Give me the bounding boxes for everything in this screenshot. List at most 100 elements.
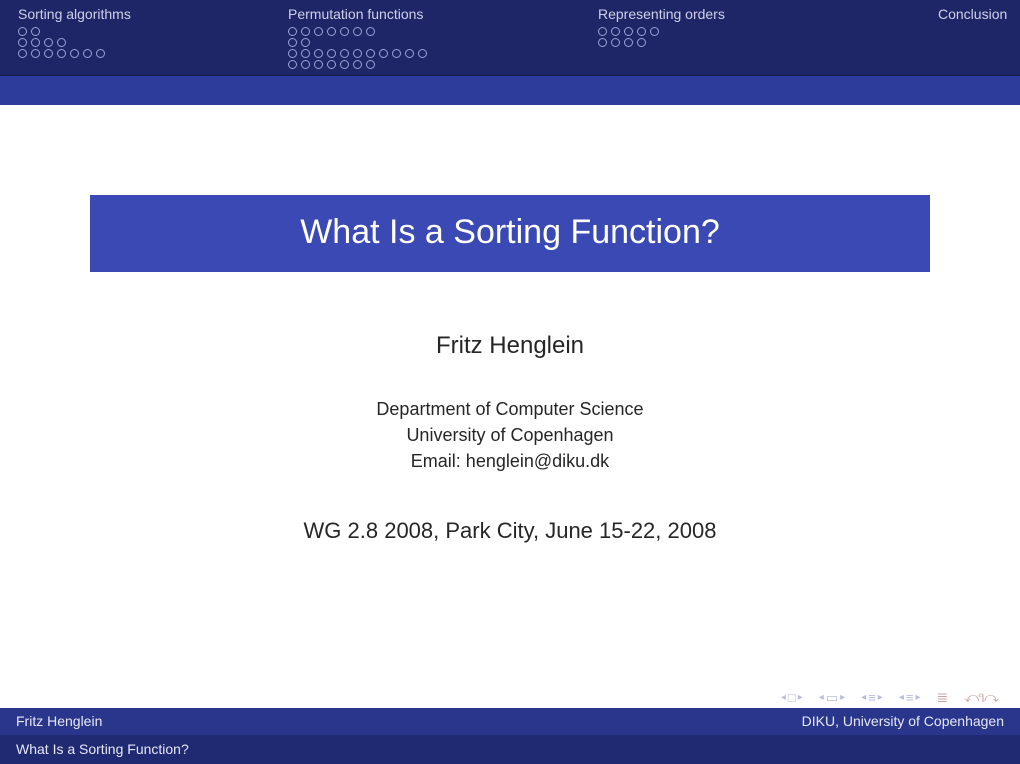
progress-dot-row — [288, 27, 582, 36]
progress-dot-row — [18, 27, 272, 36]
nav-section-controls[interactable]: ◂≡▸ — [899, 690, 921, 705]
triangle-left-icon: ◂ — [781, 692, 786, 703]
progress-dot-row — [598, 27, 922, 36]
progress-dot-icon[interactable] — [598, 27, 607, 36]
progress-dot-icon[interactable] — [637, 38, 646, 47]
dots-col-3 — [930, 27, 1020, 69]
progress-dot-icon[interactable] — [44, 38, 53, 47]
footer-institute: DIKU, University of Copenhagen — [802, 713, 1004, 729]
progress-dot-icon[interactable] — [44, 49, 53, 58]
progress-dot-icon[interactable] — [392, 49, 401, 58]
progress-dot-icon[interactable] — [340, 49, 349, 58]
progress-dot-icon[interactable] — [353, 27, 362, 36]
progress-dot-icon[interactable] — [353, 60, 362, 69]
progress-dot-icon[interactable] — [301, 60, 310, 69]
progress-dot-icon[interactable] — [327, 49, 336, 58]
nav-frame-controls[interactable]: ◂▭▸ — [819, 690, 845, 706]
venue-line: WG 2.8 2008, Park City, June 15-22, 2008 — [80, 518, 940, 544]
footer-title: What Is a Sorting Function? — [16, 741, 189, 757]
progress-dot-icon[interactable] — [83, 49, 92, 58]
nav-slide-controls[interactable]: ◂□▸ — [781, 690, 803, 705]
progress-dot-icon[interactable] — [314, 49, 323, 58]
dots-col-2 — [590, 27, 930, 69]
nav-section-conclusion[interactable]: Conclusion — [938, 6, 1007, 22]
progress-dot-icon[interactable] — [314, 27, 323, 36]
progress-dot-row — [288, 60, 582, 69]
frame-icon: ▭ — [826, 690, 838, 706]
nav-subsection-controls[interactable]: ◂≡▸ — [861, 690, 883, 705]
progress-dot-icon[interactable] — [650, 27, 659, 36]
progress-dot-row — [288, 38, 582, 47]
slide-title: What Is a Sorting Function? — [90, 195, 930, 272]
progress-dot-icon[interactable] — [57, 38, 66, 47]
progress-dot-icon[interactable] — [340, 27, 349, 36]
section-navigator: Sorting algorithms Permutation functions… — [0, 0, 1020, 75]
progress-dot-icon[interactable] — [418, 49, 427, 58]
triangle-left-icon: ◂ — [899, 692, 904, 703]
progress-dot-icon[interactable] — [31, 38, 40, 47]
affiliation-block: Department of Computer Science Universit… — [80, 396, 940, 474]
progress-dot-row — [18, 38, 272, 47]
progress-dot-icon[interactable] — [611, 27, 620, 36]
progress-dot-icon[interactable] — [18, 38, 27, 47]
progress-dot-row — [288, 49, 582, 58]
progress-dot-icon[interactable] — [598, 38, 607, 47]
dots-col-1 — [280, 27, 590, 69]
progress-dot-icon[interactable] — [340, 60, 349, 69]
progress-dot-icon[interactable] — [288, 49, 297, 58]
triangle-left-icon: ◂ — [861, 692, 866, 703]
affiliation-email: Email: henglein@diku.dk — [80, 448, 940, 474]
progress-dot-icon[interactable] — [366, 49, 375, 58]
header-accent-bar — [0, 75, 1020, 105]
progress-dot-icon[interactable] — [327, 60, 336, 69]
nav-section-sorting-algorithms[interactable]: Sorting algorithms — [18, 6, 131, 22]
footer-top-row: Fritz Henglein DIKU, University of Copen… — [0, 708, 1020, 735]
triangle-right-icon: ▸ — [840, 692, 845, 703]
nav-back-forward-icon[interactable]: ↶૧↷ — [964, 689, 998, 706]
progress-dot-icon[interactable] — [288, 60, 297, 69]
section-icon: ≡ — [906, 690, 914, 705]
progress-dot-icon[interactable] — [301, 38, 310, 47]
affiliation-univ: University of Copenhagen — [80, 422, 940, 448]
progress-dot-icon[interactable] — [57, 49, 66, 58]
section-labels-row: Sorting algorithms Permutation functions… — [0, 5, 1020, 25]
progress-dot-icon[interactable] — [327, 27, 336, 36]
progress-dot-icon[interactable] — [624, 27, 633, 36]
section-progress-dots — [0, 27, 1020, 69]
progress-dot-row — [598, 38, 922, 47]
nav-appendix-icon[interactable]: ≣ — [936, 689, 948, 706]
progress-dot-icon[interactable] — [96, 49, 105, 58]
footer-bottom-row: What Is a Sorting Function? — [0, 735, 1020, 764]
slide-icon: □ — [788, 690, 796, 705]
progress-dot-icon[interactable] — [314, 60, 323, 69]
progress-dot-icon[interactable] — [18, 27, 27, 36]
progress-dot-icon[interactable] — [301, 49, 310, 58]
progress-dot-icon[interactable] — [366, 60, 375, 69]
progress-dot-icon[interactable] — [379, 49, 388, 58]
progress-dot-icon[interactable] — [18, 49, 27, 58]
affiliation-dept: Department of Computer Science — [80, 396, 940, 422]
progress-dot-icon[interactable] — [301, 27, 310, 36]
nav-section-permutation-functions[interactable]: Permutation functions — [288, 6, 423, 22]
author-name: Fritz Henglein — [80, 332, 940, 360]
progress-dot-icon[interactable] — [624, 38, 633, 47]
progress-dot-icon[interactable] — [70, 49, 79, 58]
footer-author: Fritz Henglein — [16, 713, 102, 729]
beamer-nav-symbols: ◂□▸ ◂▭▸ ◂≡▸ ◂≡▸ ≣ ↶૧↷ — [781, 689, 998, 706]
triangle-right-icon: ▸ — [878, 692, 883, 703]
nav-section-representing-orders[interactable]: Representing orders — [598, 6, 725, 22]
progress-dot-icon[interactable] — [611, 38, 620, 47]
progress-dot-icon[interactable] — [288, 38, 297, 47]
progress-dot-icon[interactable] — [31, 27, 40, 36]
progress-dot-icon[interactable] — [405, 49, 414, 58]
progress-dot-icon[interactable] — [637, 27, 646, 36]
subsection-icon: ≡ — [868, 690, 876, 705]
triangle-right-icon: ▸ — [915, 692, 920, 703]
progress-dot-row — [18, 49, 272, 58]
triangle-left-icon: ◂ — [819, 692, 824, 703]
progress-dot-icon[interactable] — [353, 49, 362, 58]
progress-dot-icon[interactable] — [31, 49, 40, 58]
progress-dot-icon[interactable] — [288, 27, 297, 36]
progress-dot-icon[interactable] — [366, 27, 375, 36]
slide-body: What Is a Sorting Function? Fritz Hengle… — [0, 105, 1020, 544]
